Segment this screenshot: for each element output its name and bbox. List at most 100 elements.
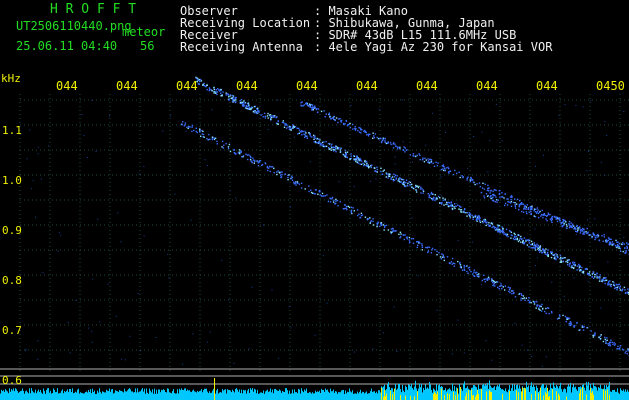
echo-dot bbox=[537, 249, 540, 252]
noise-bar bbox=[175, 393, 176, 400]
echo-dot bbox=[331, 147, 333, 149]
echo-dot bbox=[319, 194, 321, 196]
noise-bar bbox=[424, 390, 425, 400]
noise-bar bbox=[323, 389, 324, 400]
echo-dot bbox=[446, 256, 449, 258]
noise-bar bbox=[273, 393, 274, 400]
echo-dot bbox=[552, 254, 554, 256]
noise-dot bbox=[229, 190, 231, 192]
x-tick-label: 0450 bbox=[596, 79, 625, 93]
noise-dot bbox=[251, 286, 253, 288]
noise-bar bbox=[310, 392, 311, 400]
noise-peak bbox=[547, 387, 548, 400]
echo-dot bbox=[609, 343, 611, 346]
noise-bar bbox=[51, 393, 52, 400]
noise-bar bbox=[176, 393, 177, 400]
noise-bar bbox=[464, 381, 465, 400]
echo-dot bbox=[553, 257, 555, 260]
echo-dot bbox=[440, 258, 443, 260]
noise-bar bbox=[182, 389, 183, 400]
noise-bar bbox=[6, 390, 7, 400]
noise-bar bbox=[562, 391, 563, 400]
echo-dot bbox=[383, 226, 386, 228]
echo-dot bbox=[288, 174, 290, 176]
y-tick-label: 0.8 bbox=[2, 274, 22, 287]
noise-bar bbox=[450, 389, 451, 400]
noise-dot bbox=[271, 289, 273, 291]
echo-dot bbox=[493, 226, 495, 228]
echo-dot bbox=[366, 134, 368, 136]
noise-dot bbox=[534, 228, 536, 230]
noise-bar bbox=[250, 388, 251, 400]
noise-peak bbox=[472, 395, 473, 400]
echo-dot bbox=[594, 276, 596, 278]
echo-dot bbox=[483, 195, 485, 197]
echo-dot bbox=[284, 173, 286, 175]
echo-dot bbox=[360, 160, 363, 162]
noise-bar bbox=[534, 386, 535, 400]
echo-dot bbox=[537, 212, 540, 215]
echo-dot bbox=[482, 182, 484, 184]
echo-dot bbox=[461, 269, 464, 271]
noise-bar bbox=[303, 392, 304, 400]
noise-bar bbox=[611, 391, 612, 400]
echo-dot bbox=[380, 167, 382, 169]
echo-dot bbox=[585, 231, 587, 233]
noise-bar bbox=[557, 386, 558, 400]
noise-bar bbox=[306, 388, 307, 400]
noise-bar bbox=[346, 393, 347, 400]
echo-dot bbox=[555, 253, 557, 255]
echo-dot bbox=[415, 189, 417, 191]
echo-dot bbox=[494, 189, 496, 191]
echo-dot bbox=[290, 128, 293, 130]
echo-dot bbox=[592, 334, 594, 337]
echo-dot bbox=[257, 109, 259, 111]
echo-dot bbox=[615, 283, 618, 286]
mode-label: meteor bbox=[122, 25, 166, 39]
echo-dot bbox=[533, 209, 535, 212]
noise-bar bbox=[85, 392, 86, 400]
echo-dot bbox=[561, 258, 563, 260]
noise-bar bbox=[413, 389, 414, 400]
echo-dot bbox=[487, 184, 489, 187]
echo-dot bbox=[380, 224, 383, 226]
echo-dot bbox=[517, 198, 519, 201]
echo-dot bbox=[271, 115, 273, 117]
noise-dot bbox=[526, 349, 528, 351]
echo-dot bbox=[313, 138, 315, 140]
echo-dot bbox=[624, 247, 626, 249]
echo-dot bbox=[459, 262, 461, 265]
echo-dot bbox=[195, 127, 197, 129]
echo-dot bbox=[384, 141, 386, 144]
echo-dot bbox=[308, 185, 310, 187]
echo-dot bbox=[566, 227, 568, 229]
echo-dot bbox=[409, 184, 411, 186]
echo-dot bbox=[404, 151, 406, 153]
echo-dot bbox=[453, 206, 455, 208]
echo-dot bbox=[502, 230, 505, 233]
noise-peak bbox=[525, 388, 526, 400]
echo-dot bbox=[627, 288, 629, 290]
echo-dot bbox=[376, 171, 378, 173]
echo-dot bbox=[549, 213, 551, 216]
echo-dot bbox=[617, 241, 619, 243]
noise-bar bbox=[567, 386, 568, 400]
noise-peak bbox=[545, 392, 546, 400]
noise-bar bbox=[192, 390, 193, 400]
echo-dot bbox=[245, 104, 247, 107]
echo-dot bbox=[605, 342, 607, 344]
noise-bar bbox=[169, 392, 170, 400]
noise-bar bbox=[128, 389, 129, 400]
noise-peak bbox=[481, 388, 482, 400]
echo-dot bbox=[583, 228, 585, 230]
noise-dot bbox=[586, 170, 588, 172]
echo-dot bbox=[541, 209, 543, 212]
echo-dot bbox=[462, 176, 464, 178]
noise-bar bbox=[10, 391, 11, 400]
echo-dot bbox=[541, 310, 543, 312]
noise-bar bbox=[147, 392, 148, 400]
echo-dot bbox=[421, 243, 423, 245]
echo-dot bbox=[439, 196, 441, 199]
noise-dot bbox=[417, 275, 419, 277]
echo-dot bbox=[398, 146, 400, 148]
